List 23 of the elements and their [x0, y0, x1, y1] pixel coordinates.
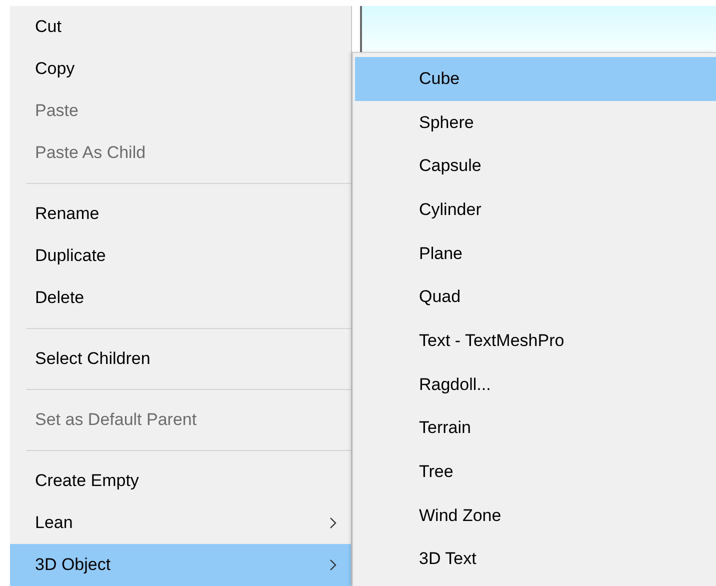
menu-item[interactable]: Select Children [10, 338, 351, 380]
menu-item[interactable]: Cylinder [355, 188, 716, 232]
menu-item[interactable]: Quad [355, 275, 716, 320]
menu-item[interactable]: Cube [355, 57, 716, 101]
menu-item[interactable]: Terrain [355, 406, 716, 450]
chevron-right-icon [329, 559, 337, 571]
menu-item[interactable]: Create Empty [10, 460, 351, 502]
menu-item[interactable]: Lean [10, 502, 351, 544]
menu-item[interactable]: Text - TextMeshPro [355, 319, 716, 363]
menu-item[interactable]: Tree [355, 450, 716, 494]
menu-item[interactable]: Ragdoll... [355, 362, 716, 406]
menu-item[interactable]: Wind Zone [355, 494, 716, 538]
menu-item[interactable]: Capsule [355, 144, 716, 188]
menu-item[interactable]: Duplicate [10, 235, 351, 277]
chevron-right-icon [329, 517, 337, 529]
menu-item[interactable]: 3D Object [10, 544, 351, 586]
menu-item[interactable]: Plane [355, 232, 716, 276]
menu-item[interactable]: Copy [10, 48, 351, 90]
menu-item[interactable]: Cut [10, 6, 351, 48]
menu-item[interactable]: Sphere [355, 100, 716, 144]
menu-item[interactable]: Rename [10, 193, 351, 235]
menu-item[interactable]: 3D Text [355, 538, 716, 582]
menu-item[interactable]: Delete [10, 277, 351, 319]
